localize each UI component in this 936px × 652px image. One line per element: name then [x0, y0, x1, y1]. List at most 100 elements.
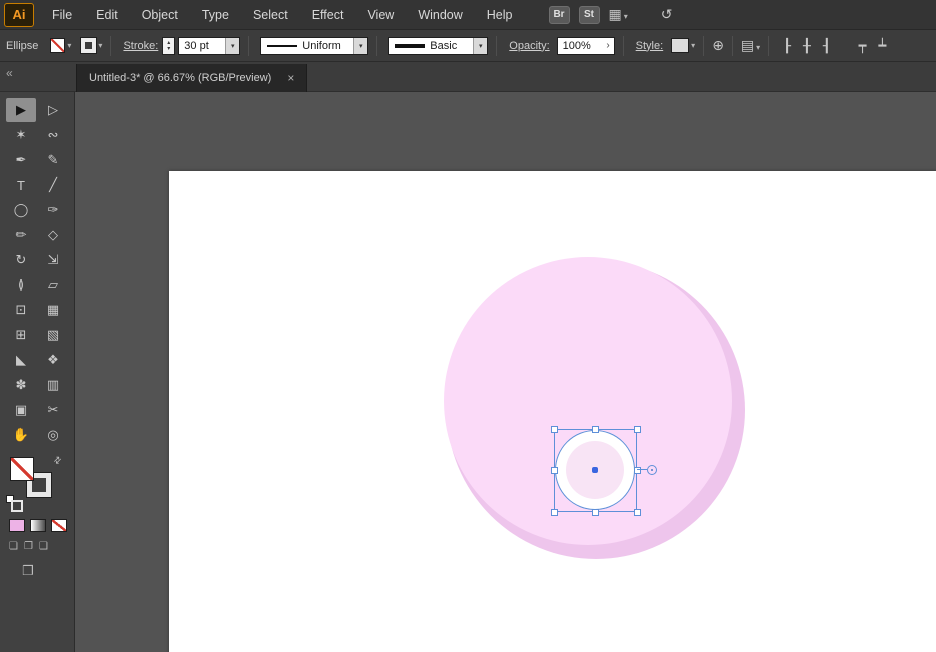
chevron-down-icon[interactable]: ▾	[691, 41, 695, 50]
draw-normal-button[interactable]: ❏	[9, 541, 18, 552]
pen-tool[interactable]: ✒	[6, 148, 36, 172]
chevron-down-icon[interactable]: ▾	[98, 41, 102, 50]
menu-object[interactable]: Object	[142, 8, 178, 22]
shaper-tool[interactable]: ✏	[6, 223, 36, 247]
selection-handle-middle-left[interactable]	[551, 467, 558, 474]
stock-button[interactable]: St	[578, 5, 600, 24]
style-link[interactable]: Style:	[636, 40, 664, 52]
menu-select[interactable]: Select	[253, 8, 288, 22]
default-fill-stroke-icon[interactable]	[6, 495, 23, 512]
stroke-weight-combo[interactable]: 30 pt ▾	[178, 36, 241, 55]
gradient-button[interactable]	[30, 519, 46, 532]
menu-type[interactable]: Type	[202, 8, 229, 22]
live-shape-widget-line	[637, 469, 647, 470]
mesh-tool[interactable]: ⊞	[6, 323, 36, 347]
draw-inside-button[interactable]: ❑	[39, 541, 48, 552]
none-button[interactable]	[51, 519, 67, 532]
chevron-down-icon[interactable]: ▾	[473, 37, 488, 54]
gradient-tool[interactable]: ▧	[38, 323, 68, 347]
selection-handle-top-left[interactable]	[551, 426, 558, 433]
center-anchor-point[interactable]	[592, 467, 598, 473]
canvas[interactable]	[75, 92, 936, 652]
menu-file[interactable]: File	[52, 8, 72, 22]
menu-bar: Ai File Edit Object Type Select Effect View Win…	[0, 0, 936, 30]
align-horizontal-left-icon[interactable]: ┠	[783, 38, 791, 54]
width-tool[interactable]: ≬	[6, 273, 36, 297]
opacity-field[interactable]: 100% ›	[556, 36, 615, 55]
menu-window[interactable]: Window	[418, 8, 462, 22]
brush-definition-value: Basic	[430, 39, 458, 52]
opacity-link[interactable]: Opacity:	[509, 40, 549, 52]
brush-definition-combo[interactable]: Basic ▾	[388, 36, 489, 55]
ellipse-tool[interactable]: ◯	[6, 198, 36, 222]
free-transform-tool[interactable]: ▱	[38, 273, 68, 297]
draw-mode-buttons: ❏ ❐ ❑	[0, 541, 74, 552]
artboard-tool[interactable]: ▣	[6, 398, 36, 422]
perspective-grid-tool[interactable]: ▦	[38, 298, 68, 322]
blend-tool[interactable]: ❖	[38, 348, 68, 372]
magic-wand-tool[interactable]: ✶	[6, 123, 36, 147]
chevron-down-icon[interactable]: ▾	[225, 37, 240, 54]
chevron-down-icon: ▾	[623, 12, 628, 21]
swap-fill-stroke-icon[interactable]: ⇄	[51, 454, 64, 467]
collapse-panel-icon[interactable]: «	[6, 66, 13, 80]
align-horizontal-right-icon[interactable]: ┨	[823, 38, 831, 54]
eraser-tool[interactable]: ◇	[38, 223, 68, 247]
align-vertical-top-icon[interactable]: ┯	[859, 38, 867, 54]
color-mode-buttons	[0, 519, 74, 532]
width-profile-value: Uniform	[302, 39, 341, 52]
style-swatch[interactable]	[671, 38, 690, 53]
hand-tool[interactable]: ✋	[6, 423, 36, 447]
symbol-sprayer-tool[interactable]: ✽	[6, 373, 36, 397]
menu-view[interactable]: View	[367, 8, 394, 22]
shape-builder-tool[interactable]: ⊡	[6, 298, 36, 322]
selection-handle-top-right[interactable]	[634, 426, 641, 433]
globe-icon[interactable]: ⊕	[712, 37, 724, 54]
close-tab-icon[interactable]: ×	[287, 71, 294, 85]
sync-status-icon[interactable]: ↺	[661, 6, 673, 23]
column-graph-tool[interactable]: ▥	[38, 373, 68, 397]
stroke-profile-line-icon	[267, 44, 298, 47]
slice-tool[interactable]: ✂	[38, 398, 68, 422]
curvature-tool[interactable]: ✎	[38, 148, 68, 172]
eyedropper-tool[interactable]: ◣	[6, 348, 36, 372]
menu-help[interactable]: Help	[487, 8, 513, 22]
selection-handle-bottom-right[interactable]	[634, 509, 641, 516]
opacity-value: 100%	[562, 39, 591, 52]
arrange-documents-icon[interactable]: ▦ ▾	[609, 6, 628, 23]
selection-handle-bottom-left[interactable]	[551, 509, 558, 516]
selection-tool[interactable]: ▶	[6, 98, 36, 122]
scale-tool[interactable]: ⇲	[38, 248, 68, 272]
align-horizontal-center-icon[interactable]: ╂	[803, 38, 811, 54]
rotate-tool[interactable]: ↻	[6, 248, 36, 272]
bridge-button[interactable]: Br	[548, 5, 570, 24]
live-shape-pie-widget[interactable]	[647, 465, 657, 475]
stroke-link[interactable]: Stroke:	[123, 40, 158, 52]
draw-behind-button[interactable]: ❐	[24, 541, 33, 552]
document-tab[interactable]: Untitled-3* @ 66.67% (RGB/Preview) ×	[76, 64, 308, 92]
color-button[interactable]	[9, 519, 25, 532]
chevron-right-icon[interactable]: ›	[602, 40, 613, 51]
selection-handle-top-center[interactable]	[592, 426, 599, 433]
paintbrush-tool[interactable]: ✑	[38, 198, 68, 222]
zoom-tool[interactable]: ◎	[38, 423, 68, 447]
selection-handle-bottom-center[interactable]	[592, 509, 599, 516]
document-setup-icon[interactable]: ▤ ▾	[741, 37, 760, 54]
direct-selection-tool[interactable]: ▷	[38, 98, 68, 122]
align-vertical-bottom-icon[interactable]: ┷	[878, 38, 886, 54]
width-profile-combo[interactable]: Uniform ▾	[260, 36, 369, 55]
stroke-color-swatch[interactable]	[80, 37, 98, 54]
chevron-down-icon[interactable]: ▾	[67, 41, 71, 50]
line-segment-tool[interactable]: ╱	[38, 173, 68, 197]
type-tool[interactable]: T	[6, 173, 36, 197]
lasso-tool[interactable]: ∾	[38, 123, 68, 147]
fill-color-swatch[interactable]	[50, 38, 66, 53]
chevron-down-icon[interactable]: ▾	[353, 37, 368, 54]
chevron-down-icon: ▾	[756, 43, 761, 52]
menu-edit[interactable]: Edit	[96, 8, 118, 22]
fill-swatch[interactable]	[10, 457, 34, 481]
menu-effect[interactable]: Effect	[312, 8, 344, 22]
stroke-weight-stepper[interactable]: ▴ ▾	[162, 36, 176, 55]
screen-mode-button[interactable]: ❒	[22, 563, 74, 579]
separator	[496, 35, 498, 56]
